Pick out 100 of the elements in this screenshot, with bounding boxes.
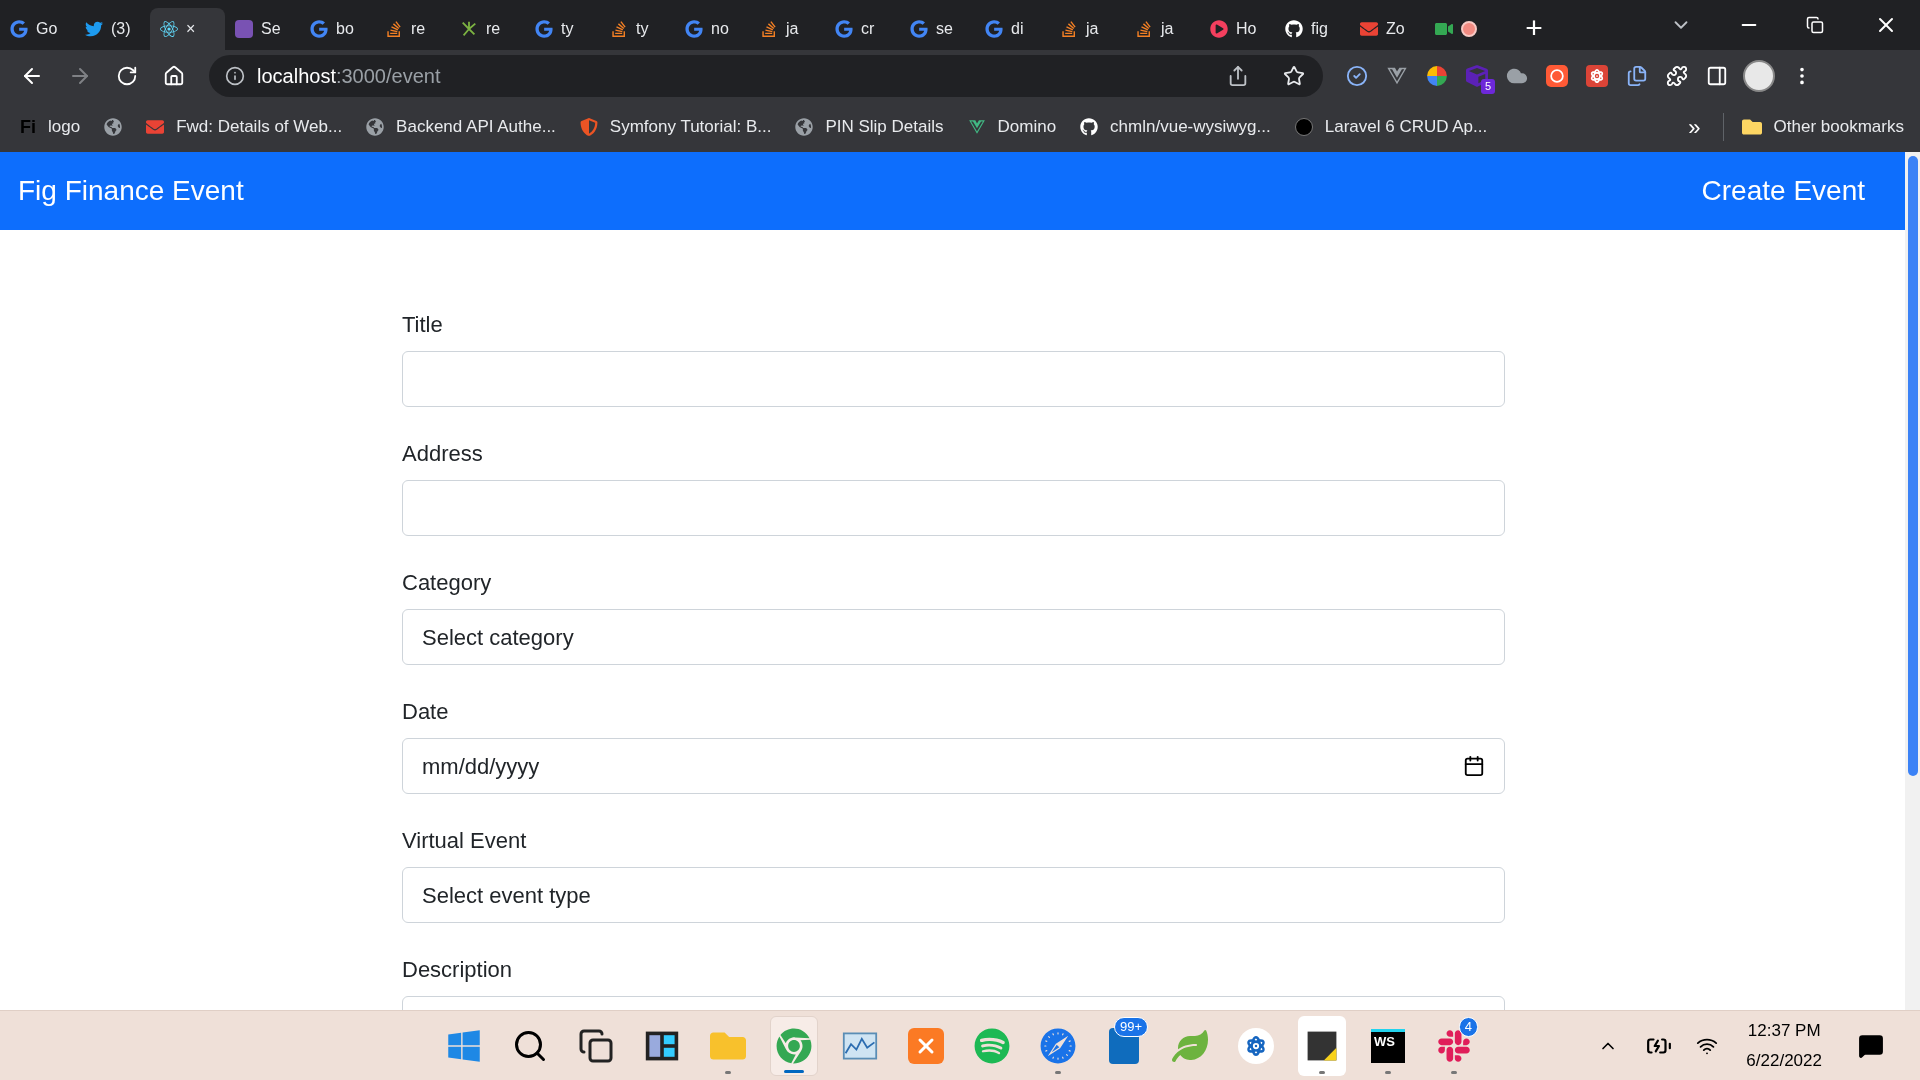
browser-tab[interactable]: ty <box>525 8 600 50</box>
bookmark[interactable]: PIN Slip Details <box>795 114 944 140</box>
browser-tab[interactable]: ja <box>1050 8 1125 50</box>
bookmark-star-icon[interactable] <box>1283 65 1305 87</box>
bookmark[interactable]: Fwd: Details of Web... <box>146 114 343 140</box>
info-icon[interactable] <box>225 66 245 86</box>
restore-icon[interactable] <box>1806 16 1824 34</box>
envelope-icon <box>1360 20 1378 38</box>
stack-icon <box>1060 20 1078 38</box>
stack-icon <box>1135 20 1153 38</box>
bird-icon <box>85 20 103 38</box>
chrome-icon <box>776 1027 812 1064</box>
browser-tab[interactable]: ja <box>750 8 825 50</box>
clock-time[interactable]: 12:37 PM <box>1747 1015 1821 1046</box>
count-badge: 99+ <box>1113 1016 1148 1037</box>
taskbar-app[interactable] <box>1298 1015 1346 1076</box>
select-field[interactable]: Select category <box>402 609 1505 665</box>
running-indicator <box>784 1069 804 1073</box>
logo-mark: Fi <box>20 118 36 136</box>
envelope-icon <box>146 118 165 136</box>
taskbar-app[interactable]: 99+ <box>1100 1015 1148 1076</box>
field-label: Date <box>402 698 450 726</box>
spark-icon <box>460 20 478 38</box>
bookmark[interactable]: Fi logo <box>20 114 81 140</box>
create-event-link[interactable]: Create Event <box>1701 170 1865 212</box>
browser-tab[interactable]: fig <box>1275 8 1350 50</box>
browser-tab[interactable]: × <box>150 8 225 50</box>
compass-icon <box>1040 1027 1076 1064</box>
browser-tab[interactable]: re <box>450 8 525 50</box>
notification-icon[interactable] <box>1858 1032 1884 1059</box>
bookmark[interactable]: Laravel 6 CRUD Ap... <box>1294 114 1488 140</box>
cat-icon <box>1080 118 1099 136</box>
folder-icon <box>1741 117 1762 137</box>
square-tile-icon <box>235 20 253 38</box>
browser-tab[interactable]: bo <box>300 8 375 50</box>
color-wheel-icon <box>1426 65 1448 87</box>
ws-logo-icon: WS <box>1371 1028 1405 1063</box>
stack-icon <box>385 20 403 38</box>
reload-icon[interactable] <box>116 65 138 87</box>
brand-link[interactable]: Fig Finance Event <box>18 170 244 212</box>
browser-tab[interactable]: di <box>975 8 1050 50</box>
bookmark[interactable]: Domino <box>967 114 1057 140</box>
ring-icon <box>1546 65 1568 87</box>
atom-icon <box>1586 65 1608 87</box>
other-bookmarks[interactable]: Other bookmarks <box>1741 114 1904 140</box>
taskbar-app[interactable]: WS <box>1364 1015 1412 1076</box>
count-badge: 5 <box>1480 79 1495 94</box>
taskbar-app[interactable]: 4 <box>1430 1015 1478 1076</box>
globe-icon <box>104 118 123 136</box>
browser-tab[interactable]: ja <box>1125 8 1200 50</box>
stack-icon <box>760 20 778 38</box>
windows-icon <box>446 1027 482 1064</box>
clock-date[interactable]: 6/22/2022 <box>1746 1045 1822 1076</box>
side-panel-icon <box>1706 65 1728 87</box>
running-indicator <box>1451 1070 1457 1074</box>
stack-icon <box>610 20 628 38</box>
g-logo-icon <box>685 20 703 38</box>
video-camera-icon <box>1435 20 1453 38</box>
field-label: Description <box>402 956 514 984</box>
task-view-icon <box>578 1027 614 1064</box>
puzzle-icon <box>1666 65 1688 87</box>
share-icon[interactable] <box>1227 65 1249 87</box>
bookmark[interactable]: Symfony Tutorial: B... <box>579 114 772 140</box>
globe-icon <box>795 118 814 136</box>
g-logo-icon <box>10 20 28 38</box>
new-tab-button[interactable]: + <box>1518 12 1550 44</box>
scrollbar[interactable] <box>1905 152 1920 1010</box>
shield-icon <box>579 118 598 136</box>
browser-tab[interactable]: (3) <box>75 8 150 50</box>
xampp-icon <box>908 1027 944 1064</box>
field-label: Title <box>402 311 444 339</box>
browser-tab[interactable]: Go <box>0 8 75 50</box>
text-field[interactable] <box>402 351 1505 407</box>
bookmark[interactable]: Backend API Authe... <box>366 114 556 140</box>
field-label: Address <box>402 440 484 468</box>
browser-tab[interactable]: Se <box>225 8 300 50</box>
browser-tab[interactable]: Ho <box>1200 8 1275 50</box>
url-text: localhost:3000/event <box>257 64 441 89</box>
document-icon <box>1626 65 1648 87</box>
browser-tab[interactable]: se <box>900 8 975 50</box>
select-field[interactable]: Select event type <box>402 867 1505 923</box>
date-field[interactable]: mm/dd/yyyy <box>402 738 1505 794</box>
running-indicator <box>725 1070 731 1074</box>
browser-tab[interactable]: cr <box>825 8 900 50</box>
bookmark[interactable] <box>104 118 123 136</box>
running-indicator <box>1385 1070 1391 1074</box>
browser-tab[interactable]: no <box>675 8 750 50</box>
more-bookmarks-button[interactable]: » <box>1688 110 1701 144</box>
home-icon[interactable] <box>163 65 185 87</box>
browser-tab[interactable]: ty <box>600 8 675 50</box>
address-bar[interactable]: localhost:3000/event <box>209 55 1323 97</box>
bookmark[interactable]: chmln/vue-wysiwyg... <box>1080 114 1271 140</box>
spotify-icon <box>974 1027 1010 1064</box>
browser-tab[interactable]: Zo <box>1350 8 1425 50</box>
text-field[interactable] <box>402 480 1505 536</box>
atom-icon <box>160 20 178 38</box>
profile-avatar[interactable] <box>1743 60 1775 92</box>
globe-icon <box>366 118 385 136</box>
count-badge: 4 <box>1458 1016 1478 1037</box>
browser-tab[interactable]: re <box>375 8 450 50</box>
